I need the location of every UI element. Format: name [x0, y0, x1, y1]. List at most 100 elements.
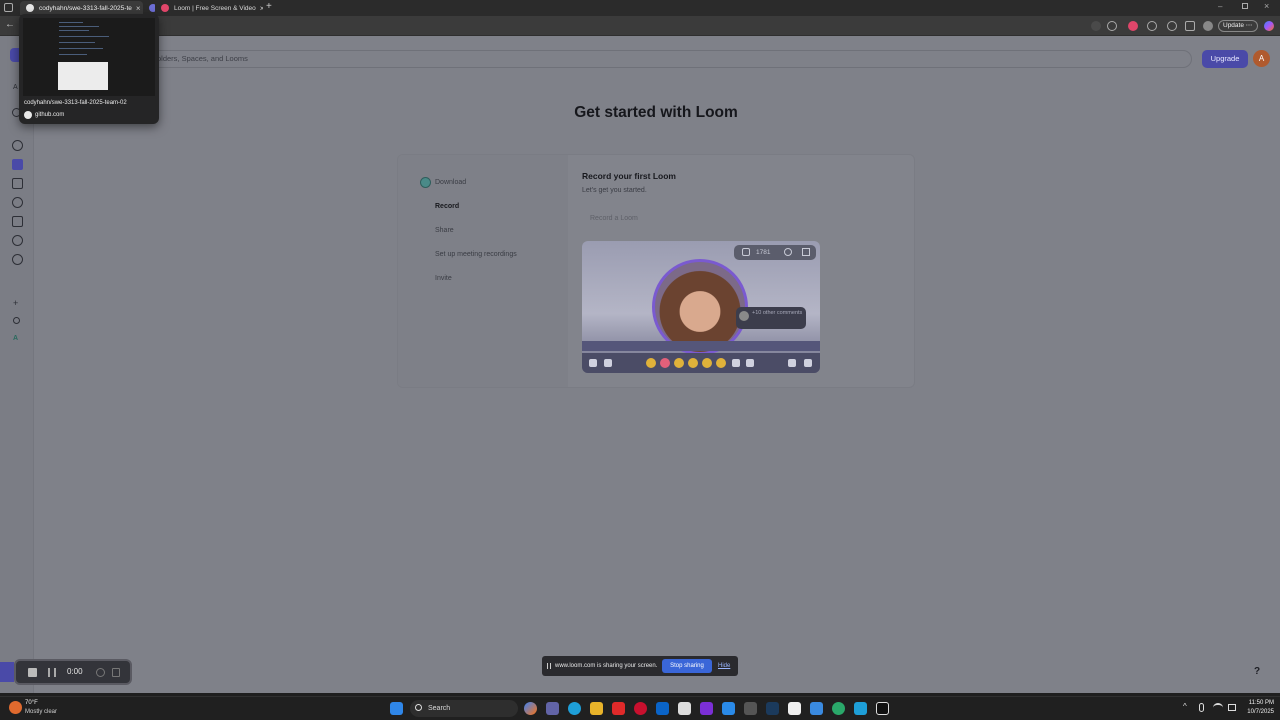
chrome-icon[interactable]: [832, 702, 845, 715]
link-icon[interactable]: [784, 248, 792, 256]
stop-icon[interactable]: [28, 668, 37, 677]
search-input[interactable]: olders, Spaces, and Looms: [138, 50, 1192, 68]
start-icon[interactable]: [390, 702, 403, 715]
library-icon[interactable]: [12, 159, 23, 170]
avatar[interactable]: A: [1253, 50, 1270, 67]
wifi-icon[interactable]: [1213, 703, 1223, 712]
profile-icon[interactable]: [12, 140, 23, 151]
download-icon[interactable]: [1091, 21, 1101, 31]
bookmark-icon[interactable]: [12, 216, 23, 227]
upgrade-button[interactable]: Upgrade: [1202, 50, 1248, 68]
trash-icon[interactable]: [112, 668, 120, 677]
thumbs-down-emoji-icon[interactable]: [716, 358, 726, 368]
laugh-emoji-icon[interactable]: [646, 358, 656, 368]
close-icon[interactable]: ×: [256, 4, 263, 13]
add-icon[interactable]: +: [13, 298, 18, 308]
clock-time[interactable]: 11:50 PM: [1238, 700, 1274, 706]
microphone-icon[interactable]: [1199, 703, 1204, 712]
tab-extension[interactable]: [143, 1, 155, 15]
github-icon: [24, 111, 32, 119]
tab-preview-thumbnail: [23, 18, 155, 96]
gear-icon[interactable]: [788, 359, 796, 367]
calendar-icon[interactable]: [12, 178, 23, 189]
sidebar: A + A: [0, 36, 34, 693]
maximize-button[interactable]: [1242, 3, 1248, 9]
close-window-button[interactable]: ×: [1264, 1, 1269, 11]
play-icon[interactable]: [589, 359, 597, 367]
star-icon[interactable]: [1107, 21, 1117, 31]
minimize-button[interactable]: –: [1218, 2, 1222, 11]
comment-icon[interactable]: [746, 359, 754, 367]
youtube-icon[interactable]: [612, 702, 625, 715]
clock-date[interactable]: 10/7/2025: [1238, 709, 1274, 715]
commenter-avatar: [739, 311, 749, 321]
file-explorer-icon[interactable]: [590, 702, 603, 715]
help-button[interactable]: ?: [1249, 664, 1265, 680]
record-loom-button[interactable]: Record a Loom: [582, 211, 652, 227]
copilot-icon[interactable]: [524, 702, 537, 715]
step-share[interactable]: Share: [435, 227, 454, 234]
tab-github[interactable]: codyhahn/swe-3313-fall-2025-te ×: [20, 1, 143, 15]
workspace-letter[interactable]: A: [13, 84, 18, 91]
copilot-icon[interactable]: [1264, 21, 1274, 31]
heart-eyes-emoji-icon[interactable]: [660, 358, 670, 368]
weather-icon[interactable]: [9, 701, 22, 714]
fullscreen-icon[interactable]: [804, 359, 812, 367]
tray-overflow-icon[interactable]: ^: [1183, 702, 1187, 711]
tab-preview-tooltip: codyhahn/swe-3313-fall-2025-team-02 gith…: [19, 14, 159, 124]
todo-icon[interactable]: [722, 702, 735, 715]
step-invite[interactable]: Invite: [435, 275, 452, 282]
steam-icon[interactable]: [766, 702, 779, 715]
app-icon[interactable]: [678, 702, 691, 715]
update-button[interactable]: Update ⋯: [1218, 20, 1258, 32]
add-reaction-icon[interactable]: [732, 359, 740, 367]
open-external-icon[interactable]: [802, 248, 810, 256]
step-record[interactable]: Record: [435, 203, 459, 210]
reaction-timeline[interactable]: [582, 341, 820, 351]
tab-loom[interactable]: Loom | Free Screen & Video ×: [155, 1, 263, 15]
surprised-emoji-icon[interactable]: [674, 358, 684, 368]
hide-button[interactable]: Hide: [718, 659, 730, 673]
recorder-tab[interactable]: [0, 662, 14, 682]
history-icon[interactable]: [12, 235, 23, 246]
demo-video[interactable]: 1781 +10 other comments: [582, 241, 820, 373]
collections-icon[interactable]: [1185, 21, 1195, 31]
step-meeting-recordings[interactable]: Set up meeting recordings: [435, 251, 517, 258]
loom-extension-icon[interactable]: [1128, 21, 1138, 31]
space-letter-icon[interactable]: A: [13, 335, 18, 342]
favorites-icon[interactable]: [1167, 21, 1177, 31]
bell-icon[interactable]: [12, 197, 23, 208]
app2-icon[interactable]: [854, 702, 867, 715]
tab-actions-icon[interactable]: [4, 3, 13, 12]
outlook-icon[interactable]: [656, 702, 669, 715]
step-download[interactable]: Download: [435, 179, 466, 186]
ide-icon[interactable]: [700, 702, 713, 715]
comment-icon: [742, 248, 750, 256]
volume-icon[interactable]: [604, 359, 612, 367]
stop-sharing-button[interactable]: Stop sharing: [662, 659, 712, 673]
restart-icon[interactable]: [96, 668, 105, 677]
extensions-icon[interactable]: [1147, 21, 1157, 31]
taskbar-search[interactable]: Search: [410, 700, 518, 717]
store-icon[interactable]: [810, 702, 823, 715]
opera-icon[interactable]: [634, 702, 647, 715]
new-tab-button[interactable]: +: [266, 1, 272, 12]
back-button[interactable]: ←: [5, 19, 15, 30]
terminal-icon[interactable]: [744, 702, 757, 715]
search-icon[interactable]: [13, 317, 20, 324]
cursor-app-icon[interactable]: [876, 702, 889, 715]
thumbs-up-emoji-icon[interactable]: [702, 358, 712, 368]
weather-condition: Mostly clear: [25, 709, 58, 715]
settings-icon[interactable]: [12, 254, 23, 265]
clap-emoji-icon[interactable]: [688, 358, 698, 368]
screen-share-notice: www.loom.com is sharing your screen. Sto…: [542, 656, 738, 676]
loom-page: A + A olders, Spaces, and Looms Upgrade …: [0, 36, 1280, 693]
notepad-icon[interactable]: [788, 702, 801, 715]
teams-icon[interactable]: [546, 702, 559, 715]
close-icon[interactable]: ×: [132, 4, 141, 13]
volume-icon[interactable]: [1228, 704, 1236, 711]
edge-icon[interactable]: [568, 702, 581, 715]
drag-handle-icon[interactable]: [547, 663, 551, 669]
profile-icon[interactable]: [1203, 21, 1213, 31]
pause-icon[interactable]: [48, 668, 56, 677]
